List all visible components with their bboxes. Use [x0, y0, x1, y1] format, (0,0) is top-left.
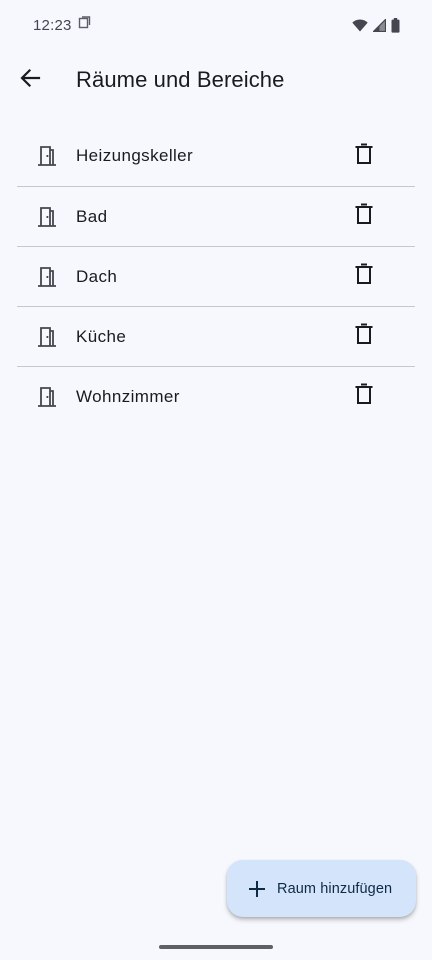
status-bar: 12:23 [0, 0, 432, 50]
trash-icon [354, 203, 374, 230]
door-icon [35, 265, 59, 289]
delete-room-button[interactable] [344, 377, 384, 417]
delete-room-button[interactable] [344, 197, 384, 237]
arrow-back-icon [19, 67, 41, 94]
status-left: 12:23 [33, 16, 91, 34]
back-button[interactable] [6, 56, 54, 104]
door-icon [35, 385, 59, 409]
room-item-wohnzimmer[interactable]: Wohnzimmer [17, 366, 415, 426]
page-title: Räume und Bereiche [76, 67, 285, 92]
room-name: Küche [76, 326, 127, 346]
add-room-label: Raum hinzufügen [277, 880, 393, 897]
trash-icon [354, 323, 374, 350]
status-right [352, 17, 400, 33]
cell-signal-icon [373, 18, 386, 32]
room-item-dach[interactable]: Dach [17, 246, 415, 306]
screen: 12:23 Räume und Bereiche Heizungskeller … [0, 0, 432, 960]
delete-room-button[interactable] [344, 136, 384, 176]
status-time: 12:23 [33, 16, 72, 34]
app-bar: Räume und Bereiche [0, 50, 432, 110]
room-item-heizungskeller[interactable]: Heizungskeller [17, 126, 415, 186]
screenshot-notification-icon [78, 16, 91, 34]
room-name: Dach [76, 266, 118, 286]
trash-icon [354, 383, 374, 410]
room-list: Heizungskeller Bad Dach Küche Wohnzimmer [17, 126, 415, 426]
door-icon [35, 325, 59, 349]
delete-room-button[interactable] [344, 257, 384, 297]
door-icon [35, 205, 59, 229]
room-name: Heizungskeller [76, 146, 194, 165]
battery-icon [391, 17, 400, 33]
add-room-button[interactable]: Raum hinzufügen [227, 860, 416, 917]
trash-icon [354, 143, 374, 170]
trash-icon [354, 263, 374, 290]
gesture-navigation-bar[interactable] [159, 945, 273, 949]
room-name: Bad [76, 206, 108, 226]
door-icon [35, 144, 59, 168]
room-item-kueche[interactable]: Küche [17, 306, 415, 366]
wifi-icon [352, 18, 368, 32]
delete-room-button[interactable] [344, 317, 384, 357]
room-name: Wohnzimmer [76, 386, 180, 406]
room-item-bad[interactable]: Bad [17, 186, 415, 246]
plus-icon [246, 878, 268, 900]
